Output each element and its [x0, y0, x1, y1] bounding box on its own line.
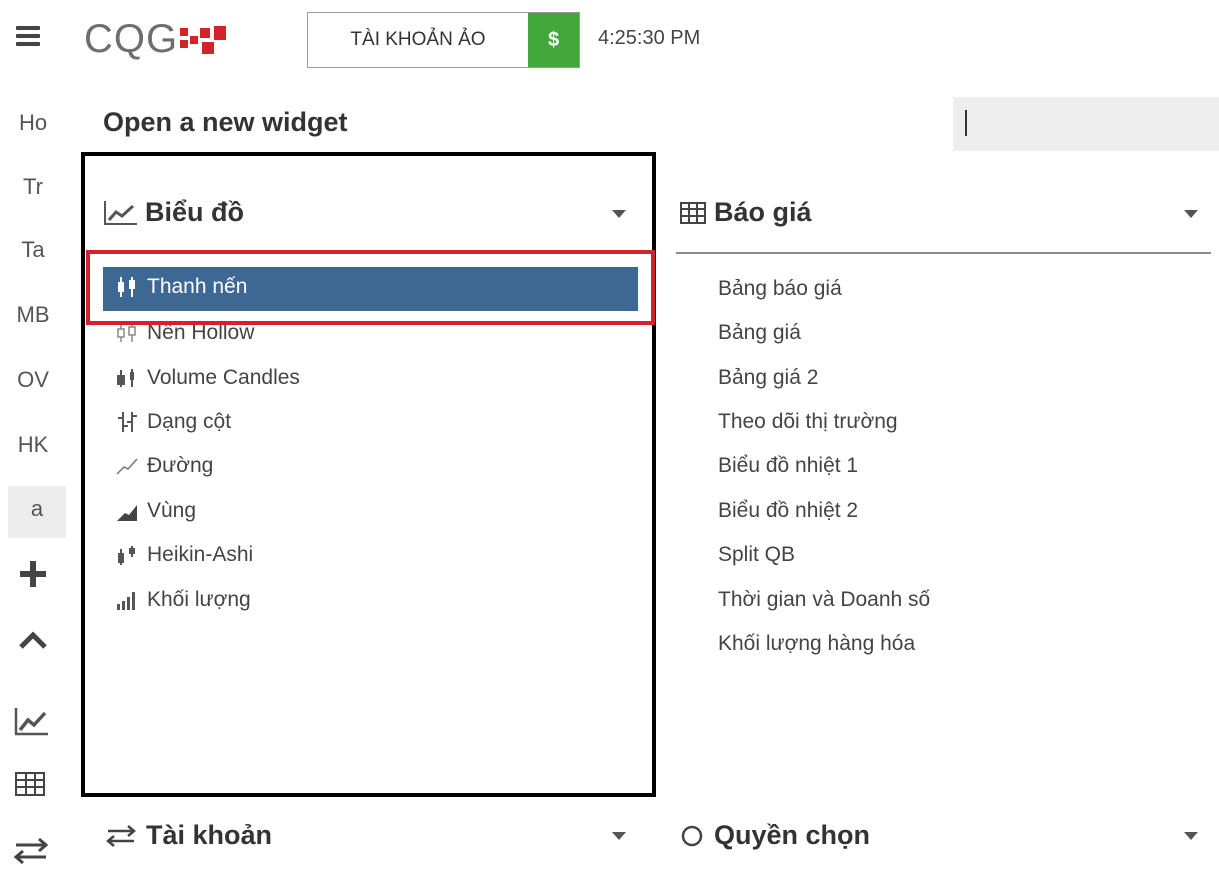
quote-item[interactable]: Bảng giá 2 [718, 366, 818, 390]
quote-section-header[interactable]: Báo giá [680, 197, 812, 228]
chart-section-header[interactable]: Biểu đồ [103, 197, 244, 228]
account-section-header[interactable]: Tài khoản [106, 820, 272, 851]
volume-bars-icon [117, 592, 135, 610]
text-caret [965, 110, 967, 136]
rail-item-ho[interactable]: Ho [0, 110, 66, 136]
rail-item-ta[interactable]: Ta [0, 237, 66, 263]
grid-table-icon[interactable] [15, 772, 45, 796]
logo-mark-icon [180, 26, 227, 54]
quote-section-title: Báo giá [714, 197, 812, 227]
dollar-button[interactable]: $ [528, 13, 579, 67]
search-input[interactable] [953, 97, 1219, 151]
rail-item-ov[interactable]: OV [0, 367, 66, 393]
grid-table-icon [680, 201, 706, 224]
plus-icon[interactable] [20, 561, 46, 587]
account-section-title: Tài khoản [146, 820, 273, 850]
rail-item-a-label: a [30, 496, 44, 521]
chevron-down-icon[interactable] [1184, 210, 1198, 218]
transfer-arrows-icon[interactable] [14, 837, 48, 865]
line-icon [116, 458, 138, 475]
chevron-up-icon[interactable] [18, 630, 48, 650]
line-chart-icon[interactable] [14, 706, 50, 736]
logo-text: CQG [84, 17, 179, 61]
rail-item-hk[interactable]: HK [0, 432, 66, 458]
line-chart-icon [104, 200, 137, 225]
chart-item-label: Khối lượng [147, 588, 251, 611]
chart-item-label: Volume Candles [147, 366, 300, 389]
quote-item[interactable]: Khối lượng hàng hóa [718, 632, 915, 656]
chart-item-label: Vùng [147, 499, 197, 522]
chevron-down-icon[interactable] [612, 832, 626, 840]
circle-icon [681, 825, 703, 846]
chart-item-label: Heikin-Ashi [147, 543, 254, 566]
cqg-logo: CQG [84, 18, 228, 60]
hamburger-icon[interactable] [16, 26, 40, 46]
chart-item-volume-candles[interactable]: Volume Candles [115, 366, 300, 390]
area-icon [117, 505, 137, 521]
quote-item[interactable]: Biểu đồ nhiệt 1 [718, 454, 858, 478]
chart-item-label: Đường [147, 454, 214, 477]
chart-item-area[interactable]: Vùng [115, 499, 196, 523]
chart-section-title: Biểu đồ [145, 197, 244, 227]
search-box[interactable] [953, 97, 1219, 151]
quote-item[interactable]: Theo dõi thị trường [718, 410, 898, 434]
divider [676, 252, 1211, 254]
heikin-ashi-icon [118, 546, 135, 565]
account-label[interactable]: TÀI KHOẢN ẢO [308, 13, 528, 67]
volume-candle-icon [117, 369, 134, 387]
options-section-title: Quyền chọn [714, 820, 871, 850]
rail-item-tr[interactable]: Tr [0, 174, 66, 200]
chart-item-bar[interactable]: Dạng cột [115, 410, 231, 434]
rail-item-mb[interactable]: MB [0, 302, 66, 328]
page-title: Open a new widget [103, 107, 348, 137]
clock: 4:25:30 PM [598, 27, 701, 49]
chart-item-volume[interactable]: Khối lượng [115, 588, 251, 612]
quote-item[interactable]: Bảng báo giá [718, 277, 842, 301]
ohlc-bar-icon [118, 412, 137, 432]
transfer-arrows-icon [106, 824, 136, 847]
chevron-down-icon[interactable] [1184, 832, 1198, 840]
chevron-down-icon[interactable] [612, 210, 626, 218]
chart-item-label: Dạng cột [147, 410, 232, 433]
quote-item[interactable]: Split QB [718, 543, 795, 567]
chart-item-line[interactable]: Đường [115, 454, 213, 478]
chart-item-heikin-ashi[interactable]: Heikin-Ashi [115, 543, 253, 567]
quote-item[interactable]: Thời gian và Doanh số [718, 588, 930, 612]
account-selector[interactable]: TÀI KHOẢN ẢO $ [307, 12, 580, 68]
highlight-frame [86, 250, 655, 325]
quote-item[interactable]: Bảng giá [718, 321, 801, 345]
rail-item-a[interactable]: a [8, 486, 66, 538]
quote-item[interactable]: Biểu đồ nhiệt 2 [718, 499, 858, 523]
options-section-header[interactable]: Quyền chọn [680, 820, 870, 851]
